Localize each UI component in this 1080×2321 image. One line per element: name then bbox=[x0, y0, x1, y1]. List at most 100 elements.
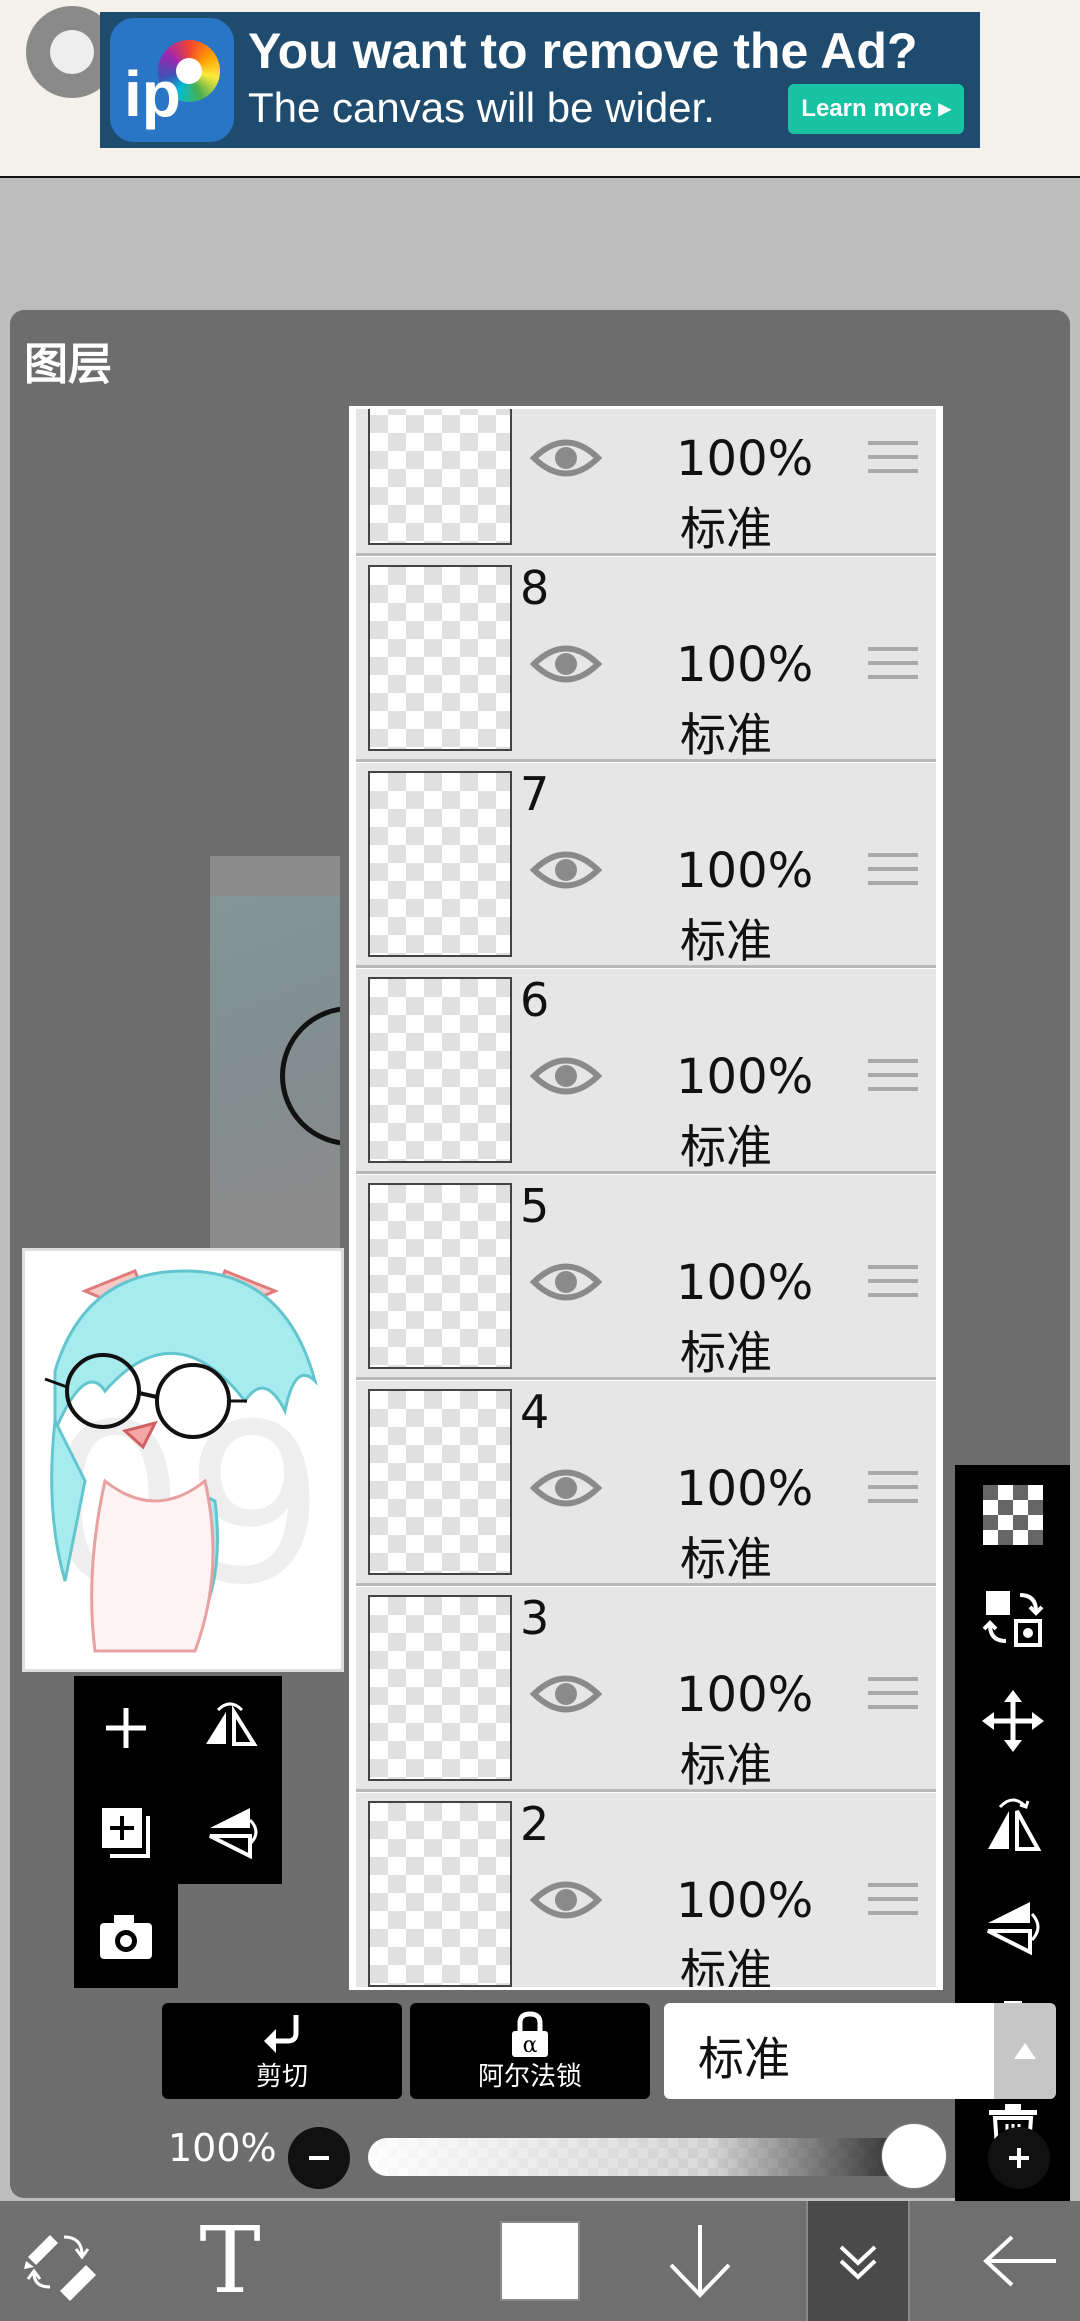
layer-row[interactable]: 4 100% 标准 bbox=[356, 1381, 936, 1586]
bottom-toolbar: T bbox=[0, 2201, 1080, 2321]
layer-thumbnail[interactable] bbox=[368, 1183, 512, 1369]
flip-horizontal-button[interactable] bbox=[955, 1774, 1070, 1874]
layer-blend-mode: 标准 bbox=[680, 914, 772, 968]
layer-blend-mode: 标准 bbox=[680, 708, 772, 762]
layer-blend-mode: 标准 bbox=[680, 1326, 772, 1380]
layer-thumbnail[interactable] bbox=[368, 409, 512, 545]
layer-visibility-toggle[interactable] bbox=[529, 1875, 603, 1929]
collapse-button[interactable] bbox=[806, 2201, 910, 2321]
flip-horizontal-icon bbox=[987, 1798, 1041, 1851]
layer-row[interactable]: 3 100% 标准 bbox=[356, 1587, 936, 1792]
drag-handle-icon[interactable] bbox=[868, 853, 918, 893]
layer-visibility-toggle[interactable] bbox=[529, 1051, 603, 1105]
layer-number: 6 bbox=[520, 973, 550, 1027]
alpha-lock-button[interactable]: α 阿尔法锁 bbox=[410, 2003, 650, 2099]
drag-handle-icon[interactable] bbox=[868, 1471, 918, 1511]
layer-thumbnail[interactable] bbox=[368, 1389, 512, 1575]
eye-icon bbox=[529, 1469, 603, 1507]
layer-blend-mode: 标准 bbox=[680, 1738, 772, 1792]
clipping-label: 剪切 bbox=[255, 2062, 308, 2092]
layer-row[interactable]: 7 100% 标准 bbox=[356, 763, 936, 968]
duplicate-layer-icon bbox=[102, 1808, 150, 1858]
opacity-slider-knob[interactable] bbox=[882, 2124, 946, 2188]
layer-visibility-toggle[interactable] bbox=[529, 1463, 603, 1517]
layer-opacity: 100% bbox=[676, 431, 814, 487]
layer-number: 7 bbox=[520, 767, 550, 821]
opacity-decrease-button[interactable] bbox=[288, 2127, 350, 2189]
flip-vertical-button[interactable] bbox=[955, 1877, 1070, 1977]
layer-opacity: 100% bbox=[676, 1049, 814, 1105]
blend-mode-dropdown-button[interactable] bbox=[994, 2003, 1056, 2099]
color-button[interactable] bbox=[480, 2201, 600, 2321]
layer-opacity: 100% bbox=[676, 1667, 814, 1723]
canvas-thumbnail[interactable]: 09 bbox=[22, 1248, 344, 1672]
duplicate-layer-button[interactable] bbox=[74, 1780, 178, 1884]
transparency-button[interactable] bbox=[955, 1465, 1070, 1565]
layer-thumbnail[interactable] bbox=[368, 771, 512, 957]
layer-visibility-toggle[interactable] bbox=[529, 1669, 603, 1723]
layer-swap-button[interactable] bbox=[955, 1568, 1070, 1668]
drag-handle-icon[interactable] bbox=[868, 647, 918, 687]
layer-panel: 图层 09 bbox=[10, 310, 1070, 2300]
layer-blend-mode: 标准 bbox=[680, 1532, 772, 1586]
layer-visibility-toggle[interactable] bbox=[529, 845, 603, 899]
minus-icon bbox=[309, 2156, 329, 2160]
layer-thumbnail[interactable] bbox=[368, 1595, 512, 1781]
blend-mode-select[interactable]: 标准 bbox=[664, 2003, 994, 2099]
drag-handle-icon[interactable] bbox=[868, 1059, 918, 1099]
opacity-slider-track[interactable] bbox=[368, 2138, 938, 2176]
alpha-lock-label: 阿尔法锁 bbox=[477, 2062, 582, 2092]
layer-thumbnail[interactable] bbox=[368, 565, 512, 751]
eye-icon bbox=[529, 1881, 603, 1919]
layer-row[interactable]: 5 100% 标准 bbox=[356, 1175, 936, 1380]
layer-row[interactable]: 6 100% 标准 bbox=[356, 969, 936, 1174]
clipping-button[interactable]: 剪切 bbox=[162, 2003, 402, 2099]
layer-thumbnail[interactable] bbox=[368, 977, 512, 1163]
layer-opacity: 100% bbox=[676, 1255, 814, 1311]
eye-icon bbox=[529, 645, 603, 683]
learn-more-button[interactable]: Learn more ▸ bbox=[788, 84, 964, 134]
text-tool-button[interactable]: T bbox=[170, 2201, 290, 2321]
layer-opacity: 100% bbox=[676, 637, 814, 693]
layer-thumbnail[interactable] bbox=[368, 1801, 512, 1987]
drag-handle-icon[interactable] bbox=[868, 1677, 918, 1717]
move-button[interactable] bbox=[955, 1671, 1070, 1771]
eye-icon bbox=[529, 851, 603, 889]
layer-number: 3 bbox=[520, 1591, 550, 1645]
back-button[interactable] bbox=[960, 2201, 1080, 2321]
drag-handle-icon[interactable] bbox=[868, 441, 918, 481]
flip-layer-vertical-button[interactable] bbox=[178, 1780, 282, 1884]
ad-subtitle: The canvas will be wider. bbox=[248, 84, 715, 131]
layer-row[interactable]: 100% 标准 bbox=[356, 409, 936, 556]
flip-vertical-icon bbox=[209, 1808, 258, 1860]
camera-button[interactable] bbox=[74, 1884, 178, 1988]
flip-layer-horizontal-button[interactable] bbox=[178, 1676, 282, 1780]
layer-opacity: 100% bbox=[676, 1461, 814, 1517]
layer-list[interactable]: 100% 标准 8 100% 标准 7 100% 标准 6 100% 标准 5 100% 标准 4 100% 标… bbox=[349, 406, 943, 1990]
blend-mode-value: 标准 bbox=[698, 2032, 790, 2086]
plus-icon bbox=[1009, 2148, 1029, 2168]
opacity-increase-button[interactable] bbox=[988, 2127, 1050, 2189]
layer-visibility-toggle[interactable] bbox=[529, 433, 603, 487]
transparency-icon bbox=[982, 1485, 1043, 1545]
eye-icon bbox=[529, 1263, 603, 1301]
ad-title: You want to remove the Ad? bbox=[248, 23, 918, 79]
layer-visibility-toggle[interactable] bbox=[529, 639, 603, 693]
drag-handle-icon[interactable] bbox=[868, 1883, 918, 1923]
layer-row[interactable]: 8 100% 标准 bbox=[356, 557, 936, 762]
add-layer-button[interactable] bbox=[74, 1676, 178, 1780]
download-icon bbox=[669, 2225, 731, 2298]
color-swatch-icon bbox=[500, 2221, 580, 2301]
drag-handle-icon[interactable] bbox=[868, 1265, 918, 1305]
clip-icon bbox=[264, 2015, 299, 2053]
back-icon bbox=[983, 2235, 1056, 2287]
download-button[interactable] bbox=[640, 2201, 760, 2321]
tools-button[interactable] bbox=[0, 2201, 120, 2321]
flip-vertical-icon bbox=[986, 1902, 1039, 1956]
layer-row[interactable]: 2 100% 标准 bbox=[356, 1793, 936, 1987]
layer-opacity: 100% bbox=[676, 1873, 814, 1929]
collapse-icon bbox=[839, 2245, 877, 2280]
ad-banner: ip You want to remove the Ad? The canvas… bbox=[0, 0, 1080, 178]
layer-visibility-toggle[interactable] bbox=[529, 1257, 603, 1311]
ad-box[interactable]: ip You want to remove the Ad? The canvas… bbox=[100, 12, 980, 148]
